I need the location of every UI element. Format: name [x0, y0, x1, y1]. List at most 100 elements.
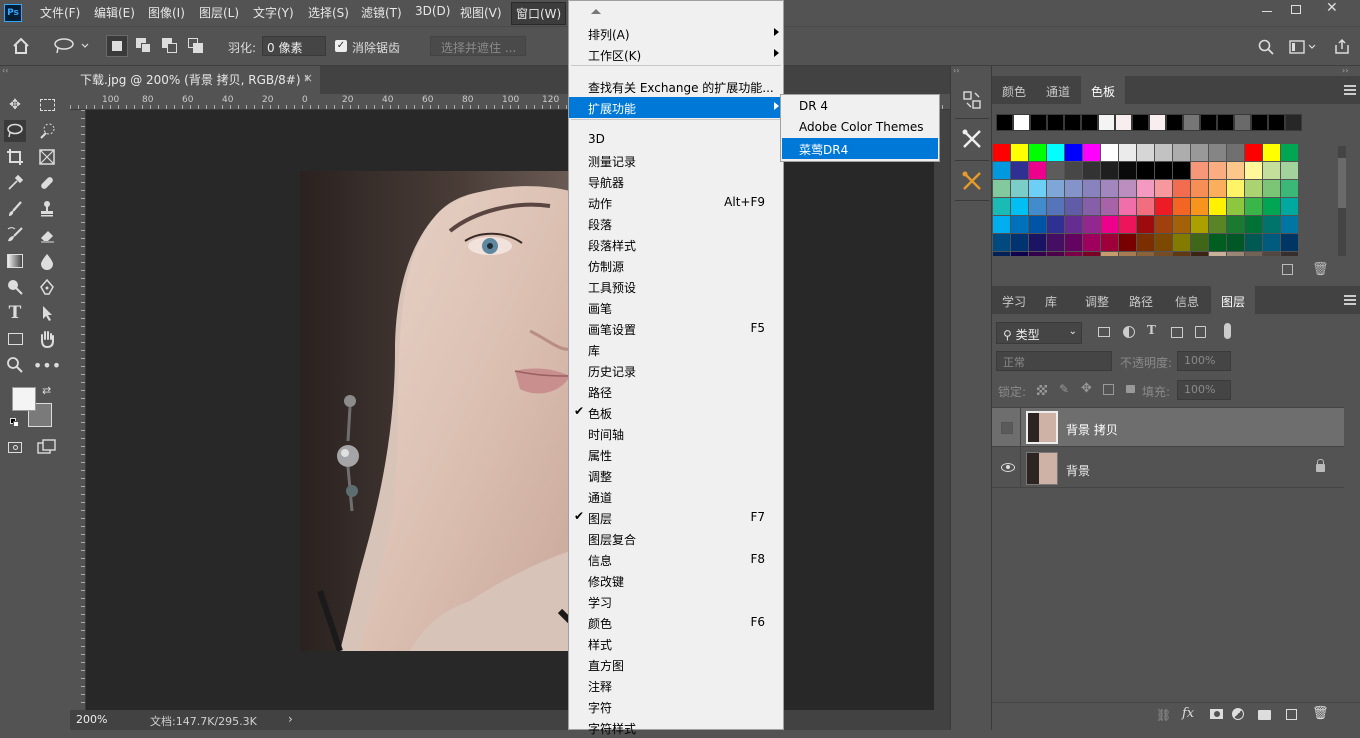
swatch[interactable] [1263, 144, 1280, 161]
swatch[interactable] [1217, 114, 1234, 131]
home-icon[interactable] [12, 37, 30, 55]
menu-item[interactable]: 导航器 [569, 171, 783, 192]
swatch[interactable] [1268, 114, 1285, 131]
menu-edit[interactable]: 编辑(E) [94, 4, 135, 21]
healing-brush-tool-icon[interactable] [36, 172, 58, 194]
blend-mode-dropdown[interactable]: 正常 [996, 351, 1112, 371]
status-menu-arrow-icon[interactable]: › [288, 712, 293, 726]
pen-tool-icon[interactable] [36, 276, 58, 298]
swatch[interactable] [1173, 198, 1190, 215]
eye-icon[interactable] [1001, 463, 1015, 472]
history-panel-icon[interactable] [962, 90, 982, 110]
swatch[interactable] [1173, 162, 1190, 179]
swatch[interactable] [1065, 234, 1082, 251]
swatch[interactable] [1281, 252, 1298, 256]
filter-shape-icon[interactable] [1171, 327, 1183, 338]
menu-item[interactable]: 查找有关 Exchange 的扩展功能... [569, 76, 783, 97]
more-tools-icon[interactable]: ••• [33, 354, 61, 376]
menu-item[interactable]: 学习 [569, 591, 783, 612]
swatch[interactable] [1029, 198, 1046, 215]
lock-position-icon[interactable]: ✥ [1081, 381, 1092, 396]
swatch[interactable] [1137, 180, 1154, 197]
swatch[interactable] [1245, 144, 1262, 161]
swatch[interactable] [1101, 216, 1118, 233]
swatch[interactable] [1011, 216, 1028, 233]
swatch[interactable] [1285, 114, 1302, 131]
swatch[interactable] [1245, 252, 1262, 256]
tab-libraries[interactable]: 库 [1045, 293, 1057, 310]
swatch-scrollbar[interactable] [1338, 146, 1346, 256]
swatch[interactable] [1083, 144, 1100, 161]
layer-row[interactable]: 背景 拷贝 [992, 407, 1344, 448]
collapse-toolbar-icon[interactable]: ‹‹ [2, 66, 8, 75]
swatch[interactable] [1209, 234, 1226, 251]
swatch[interactable] [1115, 114, 1132, 131]
swatch[interactable] [993, 144, 1010, 161]
swatch[interactable] [1101, 162, 1118, 179]
swatch[interactable] [1029, 252, 1046, 256]
swatch[interactable] [1065, 162, 1082, 179]
tab-channels[interactable]: 通道 [1046, 83, 1070, 100]
menu-item[interactable]: 通道 [569, 486, 783, 507]
swatch[interactable] [1119, 180, 1136, 197]
lasso-tool-preset-icon[interactable] [52, 37, 92, 55]
swatch[interactable] [1155, 198, 1172, 215]
lock-transparent-icon[interactable] [1037, 385, 1047, 395]
filter-adjustment-icon[interactable] [1123, 326, 1135, 338]
swatch[interactable] [1263, 216, 1280, 233]
brush-tool-icon[interactable] [4, 198, 26, 220]
menu-item[interactable]: 动作 Alt+F9 [569, 192, 783, 213]
menu-item[interactable]: 修改键 [569, 570, 783, 591]
swatch[interactable] [1227, 144, 1244, 161]
menu-view[interactable]: 视图(V) [460, 4, 502, 21]
swatch[interactable] [1281, 162, 1298, 179]
menu-item[interactable]: 段落样式 [569, 234, 783, 255]
marquee-tool-icon[interactable] [36, 94, 58, 116]
type-tool-icon[interactable]: T [4, 302, 26, 324]
swatch[interactable] [1234, 114, 1251, 131]
tab-info[interactable]: 信息 [1175, 293, 1199, 310]
rectangle-tool-icon[interactable] [4, 328, 26, 350]
swatch[interactable] [1011, 234, 1028, 251]
opacity-input[interactable]: 100% [1177, 351, 1231, 371]
swatch[interactable] [1029, 234, 1046, 251]
delete-swatch-icon[interactable]: 🗑 [1312, 262, 1329, 277]
trash-icon[interactable]: 🗑 [1312, 706, 1329, 721]
tab-adjustments[interactable]: 调整 [1085, 293, 1109, 310]
eraser-tool-icon[interactable] [36, 224, 58, 246]
restore-icon[interactable] [1291, 5, 1301, 14]
swatch[interactable] [1119, 252, 1136, 256]
swatch[interactable] [1132, 114, 1149, 131]
menu-item[interactable]: 样式 [569, 633, 783, 654]
swatch[interactable] [1083, 162, 1100, 179]
swatch[interactable] [1245, 180, 1262, 197]
feather-input[interactable]: 0 像素 [262, 36, 326, 56]
swatch[interactable] [1030, 114, 1047, 131]
swatch[interactable] [1281, 180, 1298, 197]
swatch[interactable] [1029, 162, 1046, 179]
close-icon[interactable]: ✕ [1326, 0, 1338, 16]
swatch[interactable] [1064, 114, 1081, 131]
swatch[interactable] [1137, 234, 1154, 251]
swatch[interactable] [1047, 216, 1064, 233]
swatch[interactable] [1173, 144, 1190, 161]
swatch[interactable] [996, 114, 1013, 131]
swatch[interactable] [1047, 144, 1064, 161]
swatch[interactable] [1047, 252, 1064, 256]
swatch[interactable] [1137, 198, 1154, 215]
swatch[interactable] [1011, 180, 1028, 197]
swatch[interactable] [993, 216, 1010, 233]
swatch[interactable] [1137, 216, 1154, 233]
swatch[interactable] [1047, 180, 1064, 197]
swatch[interactable] [1155, 180, 1172, 197]
swatch[interactable] [1101, 234, 1118, 251]
swatch[interactable] [1101, 144, 1118, 161]
swatch[interactable] [1281, 144, 1298, 161]
swatch[interactable] [1209, 198, 1226, 215]
swatch[interactable] [1047, 198, 1064, 215]
swatch[interactable] [1083, 216, 1100, 233]
swatch[interactable] [1191, 162, 1208, 179]
swatch[interactable] [1183, 114, 1200, 131]
swatch[interactable] [1209, 162, 1226, 179]
submenu-item-dr4-plugin[interactable]: 菜莺DR4 [782, 138, 938, 159]
